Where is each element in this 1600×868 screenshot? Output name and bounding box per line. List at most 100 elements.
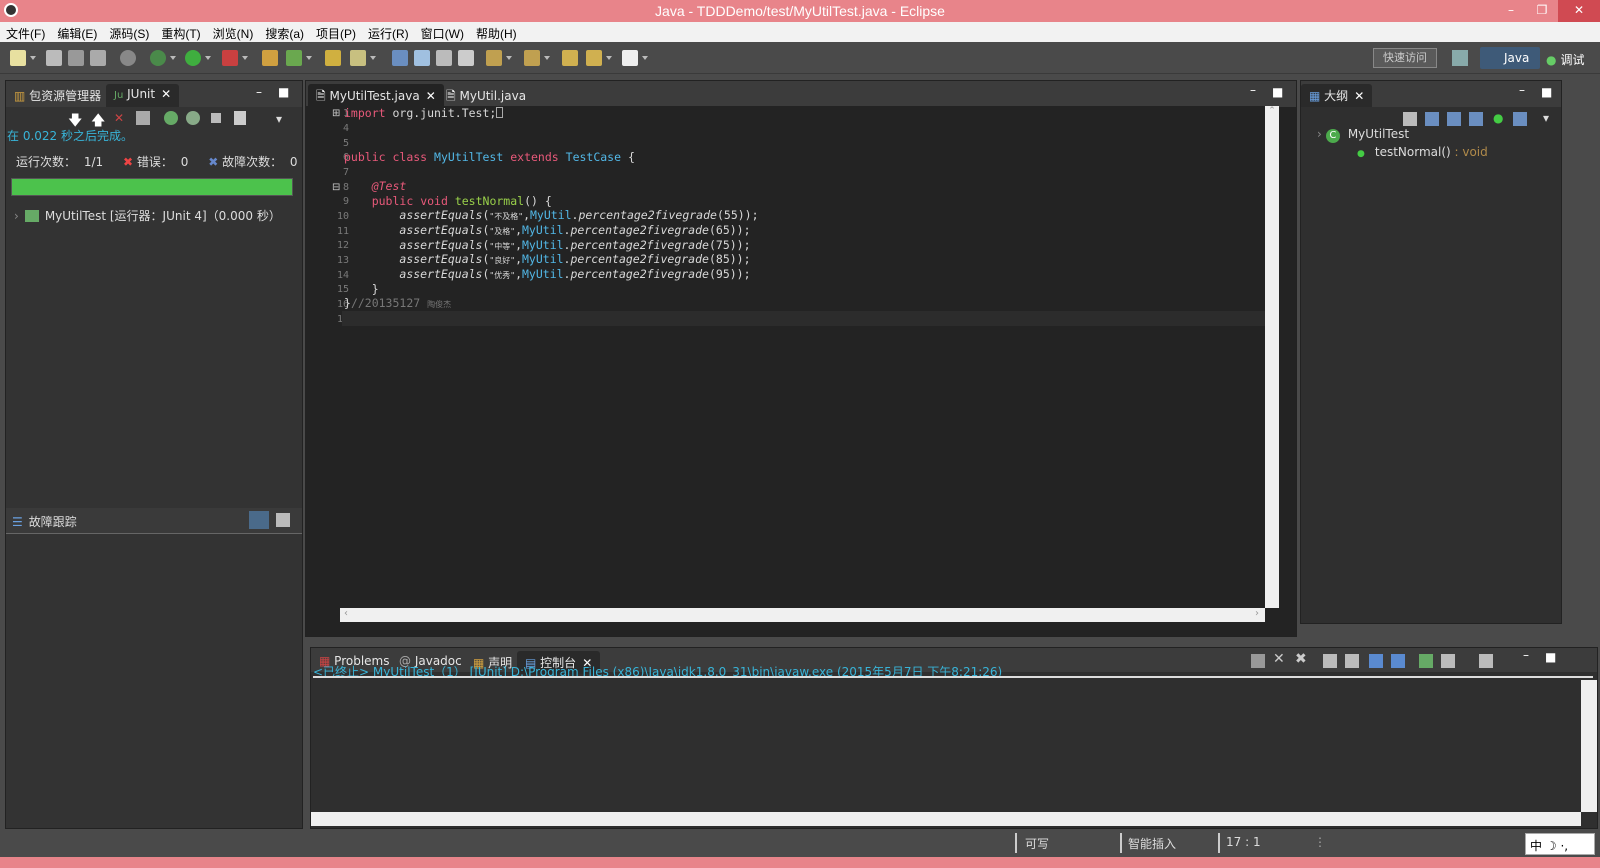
junit-counters: 运行次数： 1/1 ✖ 错误： 0 ✖ 故障次数： 0 [16,155,298,169]
editor-vertical-scrollbar[interactable]: ⌃ [1265,106,1279,608]
failures-only-icon[interactable]: ✕ [114,111,124,125]
tab-outline[interactable]: ▦ 大纲 ✕ [1301,84,1373,107]
menu-help[interactable]: 帮助(H) [470,22,523,42]
test-suite-icon [24,210,39,222]
code-line-assert: assertEquals("不及格",MyUtil.percentage2fiv… [399,208,759,222]
menu-bar: 文件(F) 编辑(E) 源码(S) 重构(T) 浏览(N) 搜索(a) 项目(P) 运行(R)… [0,22,1600,42]
minimize-button[interactable]: – [1496,0,1526,22]
current-line-highlight [342,311,1265,326]
close-window-button[interactable]: ✕ [1558,0,1600,22]
close-icon[interactable]: ✕ [1354,89,1364,103]
code-editor[interactable]: 1 4 5 6 7 8 9 10 11 12 13 14 15 16 17 ⊞ … [305,106,1265,608]
menu-run[interactable]: 运行(R) [362,22,415,42]
menu-refactor[interactable]: 重构(T) [155,22,206,42]
outline-class-item[interactable]: › C MyUtilTest [1317,127,1409,143]
junit-finished-text: 在 0.022 秒之后完成。 [7,129,133,143]
save-icon[interactable] [46,50,62,66]
view-menu-icon[interactable]: ▾ [276,112,282,126]
console-horizontal-scrollbar[interactable] [311,812,1581,826]
tab-myutil-java[interactable]: 🗎 MyUtil.java [438,84,534,107]
sort-icon[interactable] [1425,112,1439,126]
history-icon[interactable] [234,111,246,125]
hide-fields-icon[interactable] [1447,112,1461,126]
rerun-failed-icon[interactable] [186,111,200,125]
new-java-project-icon[interactable] [262,50,278,66]
quick-access-field[interactable]: 快速访问 [1373,48,1437,68]
restore-button[interactable]: ❐ [1527,0,1557,22]
list-icon: ☰ [12,515,23,529]
code-line-class: public class MyUtilTest extends TestCase… [344,150,635,164]
status-writable: 可写 [1025,837,1050,851]
maximize-editor-icon[interactable]: ■ [1272,85,1283,99]
outline-panel: ▦ 大纲 ✕ – ■ ● ▾ › C MyUtilTest ● testNormal()… [1300,80,1562,624]
collapse-all-icon[interactable] [1403,112,1417,126]
tab-junit[interactable]: Ju JUnit ✕ [106,84,180,107]
scroll-lock-icon[interactable] [136,111,150,125]
skip-breakpoints-icon[interactable] [120,50,136,66]
title-bar: Java - TDDDemo/test/MyUtilTest.java - Ec… [0,0,1600,22]
hide-static-icon[interactable] [1469,112,1483,126]
menu-navigate[interactable]: 浏览(N) [207,22,260,42]
print-icon[interactable] [90,50,106,66]
fold-collapse-icon[interactable]: ⊟ [332,182,340,193]
tree-item-myutiltest[interactable]: › MyUtilTest [运行器：JUnit 4]（0.000 秒） [6,203,302,223]
perspective-java[interactable]: Java [1480,47,1540,69]
menu-window[interactable]: 窗口(W) [415,22,470,42]
minimize-outline-icon[interactable]: – [1519,83,1525,97]
maximize-view-icon[interactable]: ■ [278,85,289,99]
tab-package-explorer[interactable]: ▥ 包资源管理器 [6,84,109,107]
back-icon[interactable] [586,50,602,66]
code-line-assert: assertEquals("良好",MyUtil.percentage2five… [399,252,751,266]
console-header: <已终止> MyUtilTest（1） [JUnit] D:\Program F… [313,660,1593,678]
stop-icon[interactable] [211,113,221,123]
outline-view-menu-icon[interactable]: ▾ [1543,111,1549,125]
menu-edit[interactable]: 编辑(E) [51,22,103,42]
hide-nonpublic-icon[interactable]: ● [1493,111,1503,125]
compare-icon[interactable] [276,513,290,527]
menu-search[interactable]: 搜索(a) [259,22,310,42]
rerun-icon[interactable] [164,111,178,125]
code-line-method: public void testNormal() { [371,194,552,208]
public-method-icon: ● [1357,149,1365,159]
prev-annotation-icon[interactable] [524,50,540,66]
ime-indicator[interactable]: 中 ☽ ·, [1525,833,1595,855]
filter-stack-icon[interactable] [249,511,269,529]
open-type-icon[interactable] [325,50,341,66]
console-vertical-scrollbar[interactable] [1581,680,1597,812]
debug-icon[interactable] [150,50,166,66]
external-tools-icon[interactable] [222,50,238,66]
hide-local-types-icon[interactable] [1513,112,1527,126]
minimize-view-icon[interactable]: – [256,85,262,99]
menu-source[interactable]: 源码(S) [103,22,155,42]
new-class-icon[interactable] [286,50,302,66]
last-edit-icon[interactable] [562,50,578,66]
editor-tabstrip: 🗎 MyUtilTest.java ✕ 🗎 MyUtil.java – ■ [306,81,1296,107]
menu-file[interactable]: 文件(F) [0,22,51,42]
maximize-outline-icon[interactable]: ■ [1541,85,1552,99]
save-all-icon[interactable] [68,50,84,66]
perspective-debug[interactable]: ● 调试 [1546,51,1585,68]
forward-icon[interactable] [622,50,638,66]
highlight-icon[interactable] [414,50,430,66]
block-selection-icon[interactable] [458,50,474,66]
tab-myutiltest-java[interactable]: 🗎 MyUtilTest.java ✕ [308,84,444,107]
show-whitespace-icon[interactable] [436,50,452,66]
junit-progress-bar [11,178,293,196]
editor-horizontal-scrollbar[interactable]: ‹ › [340,608,1265,622]
close-icon[interactable]: ✕ [426,89,436,103]
minimize-editor-icon[interactable]: – [1250,83,1256,97]
next-annotation-icon[interactable] [486,50,502,66]
open-perspective-icon[interactable] [1452,50,1468,66]
annotation-icon[interactable] [392,50,408,66]
search-icon[interactable] [350,50,366,66]
outline-method-item[interactable]: ● testNormal() : void [1357,145,1488,159]
run-icon[interactable] [185,50,201,66]
close-icon[interactable]: ✕ [161,87,171,101]
code-line-annotation: @Test [371,179,407,193]
fold-expand-icon[interactable]: ⊞ [332,108,340,119]
status-insert-mode: 智能插入 [1128,837,1177,851]
outline-tabstrip: ▦ 大纲 ✕ – ■ [1301,81,1561,107]
new-icon[interactable] [10,50,26,66]
console-output[interactable] [311,680,1581,812]
menu-project[interactable]: 项目(P) [310,22,362,42]
